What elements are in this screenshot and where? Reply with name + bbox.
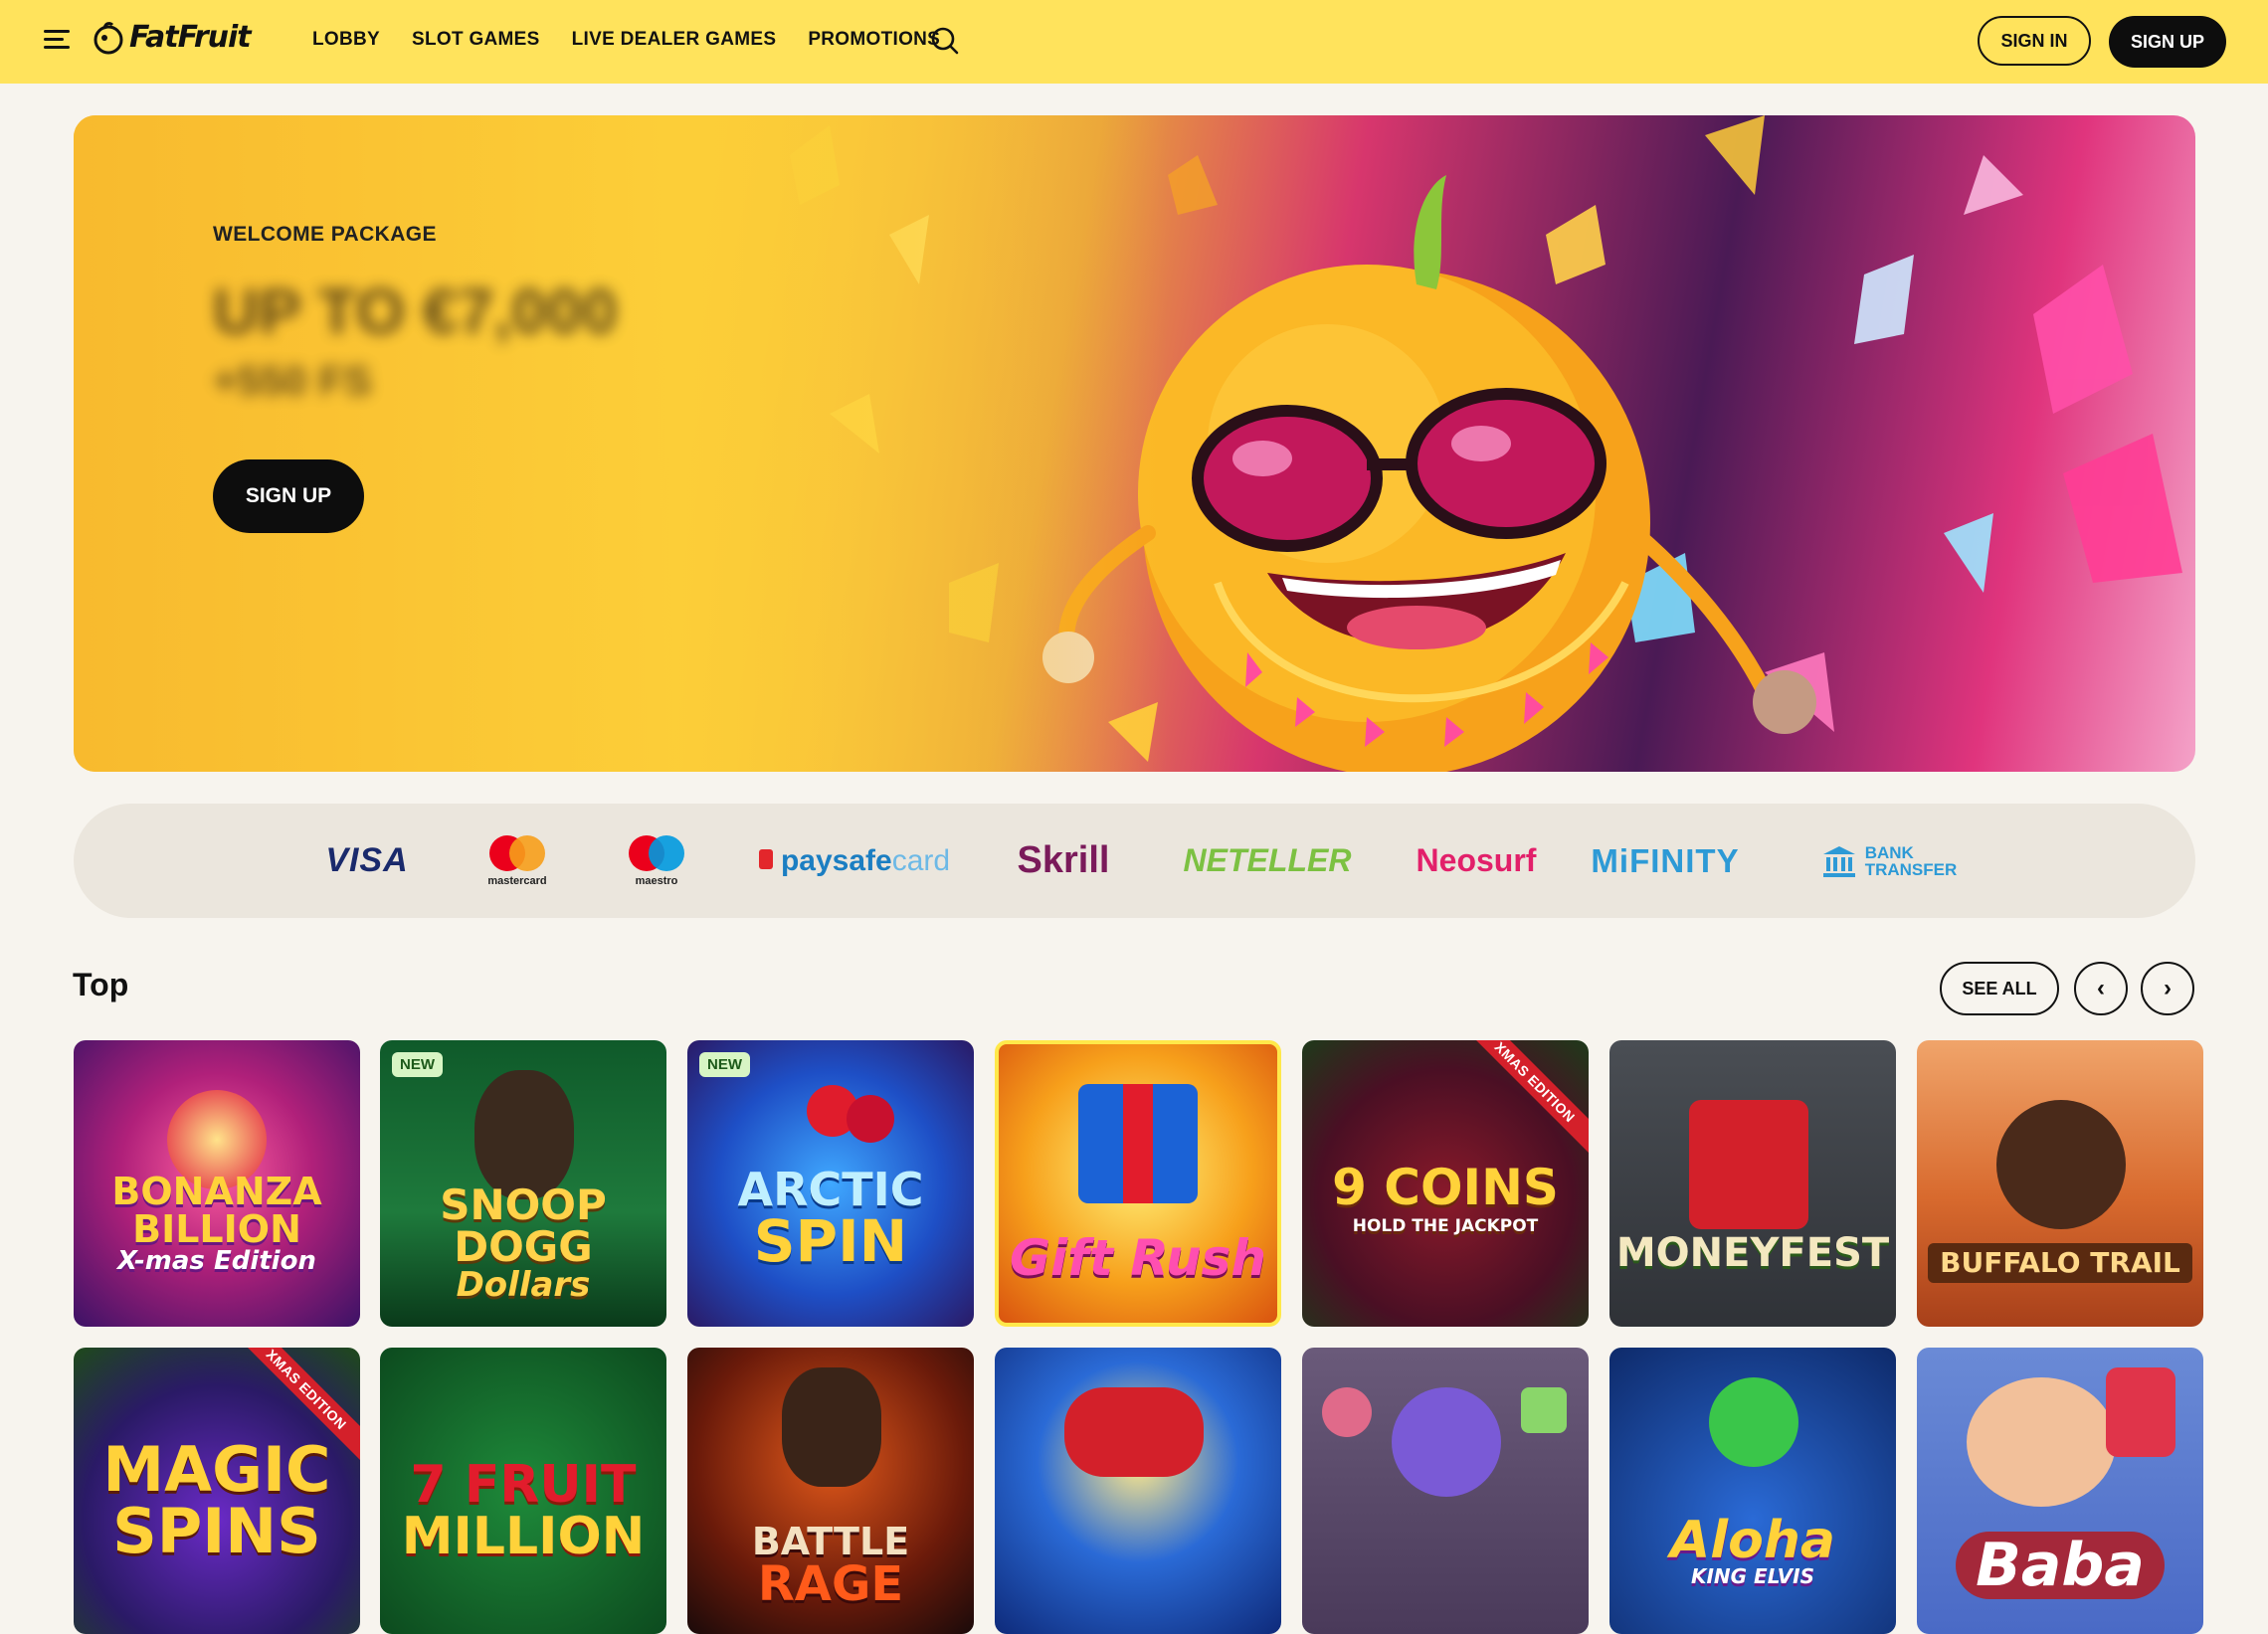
game-subtitle: MILLION: [401, 1507, 646, 1566]
game-tile-buffalo-trail[interactable]: BUFFALO TRAIL: [1917, 1040, 2203, 1327]
game-tile-bonanza-billion[interactable]: BONANZA BILLION X-mas Edition: [74, 1040, 360, 1327]
game-tile-battle-rage[interactable]: BATTLE RAGE: [687, 1348, 974, 1634]
game-tile-aloha-king-elvis[interactable]: Aloha KING ELVIS: [1609, 1348, 1896, 1634]
game-title: ARCTIC: [737, 1163, 924, 1216]
logo[interactable]: FatFruit: [92, 20, 252, 55]
maestro-caption: maestro: [635, 874, 678, 887]
banner-sign-up-button[interactable]: SIGN UP: [213, 459, 364, 533]
search-icon[interactable]: [930, 26, 960, 56]
game-title: Gift Rush: [1010, 1229, 1266, 1287]
logo-fruit-icon: [94, 21, 123, 54]
game-subtitle: X-mas Edition: [117, 1246, 316, 1276]
mastercard-caption: mastercard: [487, 874, 547, 887]
paysafe-text: paysafe: [780, 843, 892, 877]
bank-transfer-text: BANK TRANSFER: [1865, 844, 1958, 878]
logo-text: FatFruit: [129, 20, 252, 55]
mastercard-circles-icon: [489, 834, 545, 871]
game-tile-9-coins[interactable]: XMAS EDITION 9 COINS HOLD THE JACKPOT: [1302, 1040, 1589, 1327]
visa-text: VISA: [325, 841, 409, 879]
game-title: Aloha: [1670, 1511, 1835, 1570]
game-title: 7 FRUIT: [410, 1455, 637, 1515]
game-title: BUFFALO TRAIL: [1940, 1246, 2180, 1279]
main-nav: LOBBY SLOT GAMES LIVE DEALER GAMES PROMO…: [312, 29, 940, 51]
mifinity-text: MiFINITY: [1591, 841, 1740, 879]
game-tile-santa-sleigh[interactable]: [995, 1348, 1281, 1634]
game-subtitle: SPINS: [112, 1495, 321, 1567]
game-tile-fruit-million[interactable]: 7 FRUIT MILLION: [380, 1348, 666, 1634]
neosurf-text: Neosurf: [1416, 842, 1537, 878]
game-tile-magic-spins[interactable]: XMAS EDITION MAGIC SPINS: [74, 1348, 360, 1634]
neteller-text: NETELLER: [1183, 842, 1352, 878]
game-subtitle: HOLD THE JACKPOT: [1352, 1215, 1539, 1236]
nav-promotions[interactable]: PROMOTIONS: [808, 29, 940, 51]
game-title: BATTLE: [751, 1520, 910, 1563]
mastercard-logo: mastercard: [472, 804, 563, 918]
skrill-logo: Skrill: [1004, 804, 1123, 918]
nav-slot-games[interactable]: SLOT GAMES: [412, 29, 540, 51]
game-subtitle: Dollars: [456, 1265, 591, 1305]
visa-logo: VISA: [317, 804, 417, 918]
bank-transfer-logo: BANK TRANSFER: [1804, 804, 1974, 918]
game-subtitle: KING ELVIS: [1690, 1564, 1815, 1588]
new-badge: NEW: [392, 1052, 443, 1077]
game-title: SNOOP DOGG: [440, 1180, 607, 1271]
xmas-edition-ribbon: XMAS EDITION: [1455, 1040, 1589, 1162]
mifinity-logo: MiFINITY: [1576, 804, 1755, 918]
neteller-logo: NETELLER: [1168, 804, 1367, 918]
lock-icon: [758, 848, 773, 869]
banner-subtext-blurred: +550 FS: [213, 357, 372, 404]
neosurf-logo: Neosurf: [1397, 804, 1556, 918]
paysafecard-logo: paysafe card: [745, 804, 964, 918]
banner-kicker: WELCOME PACKAGE: [213, 223, 437, 246]
payment-methods-bar: VISA mastercard maestro paysafe card Skri…: [74, 804, 2195, 918]
banner-text-backdrop: [74, 115, 1168, 772]
game-tile-moneyfest[interactable]: MONEYFEST: [1609, 1040, 1896, 1327]
card-text: card: [891, 843, 951, 877]
game-title: MAGIC: [102, 1433, 331, 1506]
nav-live-dealer-games[interactable]: LIVE DEALER GAMES: [572, 29, 777, 51]
game-tile-gift-rush[interactable]: Gift Rush: [995, 1040, 1281, 1327]
bank-icon: [1822, 845, 1855, 877]
maestro-circles-icon: [629, 834, 684, 871]
game-title: Baba: [1976, 1531, 2145, 1600]
top-header: FatFruit LOBBY SLOT GAMES LIVE DEALER GA…: [0, 0, 2268, 84]
maestro-logo: maestro: [611, 804, 702, 918]
game-tile-baba[interactable]: Baba: [1917, 1348, 2203, 1634]
game-title: BONANZA BILLION: [111, 1170, 322, 1251]
new-badge: NEW: [699, 1052, 750, 1077]
game-subtitle: SPIN: [753, 1207, 908, 1275]
game-tile-arctic-spin[interactable]: NEW ARCTIC SPIN: [687, 1040, 974, 1327]
game-subtitle: RAGE: [757, 1556, 904, 1612]
sign-in-button[interactable]: SIGN IN: [1978, 16, 2091, 66]
see-all-button[interactable]: SEE ALL: [1940, 962, 2059, 1015]
bank-line-1: BANK: [1864, 842, 1914, 862]
chevron-left-icon[interactable]: ‹: [2074, 962, 2128, 1015]
game-tile-purple-creature[interactable]: [1302, 1348, 1589, 1634]
game-tile-snoop-dogg-dollars[interactable]: NEW SNOOP DOGG Dollars: [380, 1040, 666, 1327]
welcome-banner[interactable]: WELCOME PACKAGE UP TO €7,000 +550 FS SIG…: [74, 115, 2195, 772]
section-title-top: Top: [73, 967, 129, 1002]
menu-icon[interactable]: [44, 28, 74, 52]
game-title: MONEYFEST: [1615, 1230, 1890, 1276]
banner-amount-blurred: UP TO €7,000: [213, 275, 618, 347]
nav-lobby[interactable]: LOBBY: [312, 29, 380, 51]
chevron-right-icon[interactable]: ›: [2141, 962, 2194, 1015]
game-title: 9 COINS: [1332, 1158, 1559, 1216]
skrill-text: Skrill: [1017, 839, 1110, 881]
bank-line-2: TRANSFER: [1864, 859, 1958, 879]
sign-up-button[interactable]: SIGN UP: [2109, 16, 2226, 68]
